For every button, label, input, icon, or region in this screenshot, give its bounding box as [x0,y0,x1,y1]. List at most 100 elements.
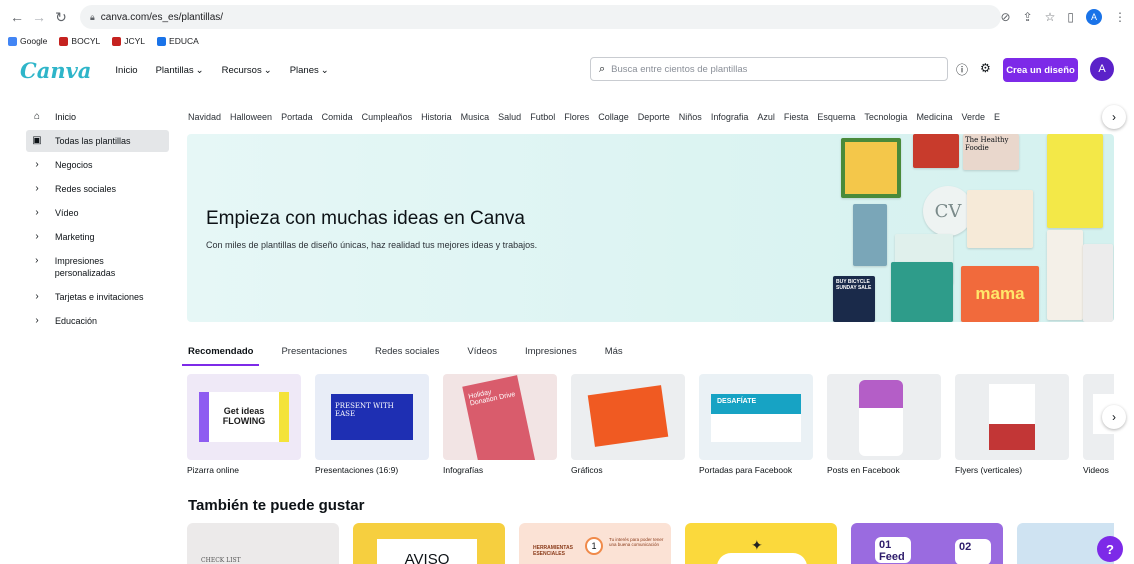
category-thumbnail[interactable] [827,374,941,460]
collage-card[interactable]: The Healthy Foodie [963,134,1019,170]
subtab[interactable]: Presentaciones [281,346,346,357]
category-card[interactable]: Flyers (verticales) [955,374,1069,476]
tags-next-button[interactable]: › [1102,105,1126,129]
reload-icon[interactable]: ↻ [52,8,70,26]
bookmark-jcyl[interactable]: JCYL [112,36,145,46]
template-card[interactable]: ✦ [685,523,837,564]
collage-card[interactable] [1047,134,1103,228]
category-thumbnail[interactable]: PRESENT WITH EASE [315,374,429,460]
bookmark-educa[interactable]: EDUCA [157,36,199,46]
nav-inicio[interactable]: Inicio [115,65,137,76]
tag-chip[interactable]: Flores [564,112,589,122]
canva-logo[interactable]: Canva [20,58,91,83]
create-design-button[interactable]: Crea un diseño [1003,58,1078,82]
help-button[interactable]: ? [1097,536,1123,562]
category-thumbnail[interactable] [571,374,685,460]
collage-card[interactable] [841,138,901,198]
collage-card[interactable]: BUY BICYCLE SUNDAY SALE [833,276,875,322]
eye-off-icon[interactable]: ⊘ [1001,10,1011,24]
collage-card[interactable] [1083,244,1113,322]
category-card[interactable]: Holiday Donation Drive Infografías [443,374,557,476]
hero-subtitle: Con miles de plantillas de diseño únicas… [206,240,538,250]
sidebar-item-1[interactable]: ⌂ Inicio [26,106,169,128]
tag-chip[interactable]: Tecnologia [864,112,907,122]
tag-chip[interactable]: Cumpleaños [362,112,413,122]
subtab[interactable]: Vídeos [467,346,497,357]
avatar[interactable]: A [1090,57,1114,81]
collage-card[interactable]: CV [923,186,973,236]
template-card[interactable]: 01 Feed con 02 [851,523,1003,564]
subtab[interactable]: Impresiones [525,346,577,357]
collage-card[interactable] [891,262,953,322]
tag-chip[interactable]: Collage [598,112,629,122]
tag-chip[interactable]: Comida [322,112,353,122]
sidebar-item-2[interactable]: ▣ Todas las plantillas [26,130,169,152]
star-icon[interactable]: ☆ [1045,10,1056,24]
bookmark-favicon-icon [8,36,17,46]
sidebar-item-5[interactable]: › Vídeo [26,202,169,224]
forward-icon[interactable]: → [30,8,48,26]
nav-planes[interactable]: Planes ⌄ [290,65,329,76]
category-thumbnail[interactable]: Get ideas FLOWING [187,374,301,460]
sidebar-item-3[interactable]: › Negocios [26,154,169,176]
tag-chip[interactable]: Deporte [638,112,670,122]
template-card[interactable]: AVISO [353,523,505,564]
subtab[interactable]: Recomendado [181,346,260,366]
tag-chip[interactable]: Halloween [230,112,272,122]
collage-card[interactable] [1047,230,1083,320]
category-card[interactable]: PRESENT WITH EASE Presentaciones (16:9) [315,374,429,476]
category-card[interactable]: Get ideas FLOWING Pizarra online [187,374,301,476]
sidepanel-icon[interactable]: ▯ [1067,10,1074,24]
tag-chip[interactable]: Portada [281,112,313,122]
category-thumbnail[interactable]: DESAFÍATE [699,374,813,460]
search-input[interactable]: ⌕ Busca entre cientos de plantillas [590,57,948,81]
tag-chip[interactable]: Navidad [188,112,221,122]
sidebar-item-label: Impresiones personalizadas [54,256,116,278]
template-card[interactable]: CHECK LIST [187,523,339,564]
tag-chip[interactable]: Musica [461,112,490,122]
profile-avatar[interactable]: A [1086,9,1102,25]
collage-card[interactable]: mama [961,266,1039,322]
category-label: Presentaciones (16:9) [315,465,399,475]
collage-card[interactable] [913,134,959,168]
menu-icon[interactable]: ⋮ [1114,10,1126,24]
subtab[interactable]: Más [605,346,623,357]
tag-chip[interactable]: Salud [498,112,521,122]
sidebar-item-7[interactable]: › Impresiones personalizadas [26,250,169,284]
carousel-next-button[interactable]: › [1102,405,1126,429]
tag-chip[interactable]: Verde [961,112,985,122]
template-icon: ▣ [32,135,42,146]
sidebar-item-9[interactable]: › Educación [26,310,169,332]
collage-card[interactable] [967,190,1033,248]
share-icon[interactable]: ⇪ [1023,10,1033,24]
category-card[interactable]: Posts en Facebook [827,374,941,476]
tag-chip[interactable]: Medicina [916,112,952,122]
subtab[interactable]: Redes sociales [375,346,439,357]
gear-icon[interactable]: ⚙ [980,61,991,78]
nav-plantillas[interactable]: Plantillas ⌄ [156,65,204,76]
sidebar-item-4[interactable]: › Redes sociales [26,178,169,200]
tag-chip[interactable]: Futbol [530,112,555,122]
tag-chip[interactable]: Infografia [711,112,749,122]
address-bar[interactable]: 🔒︎ canva.com/es_es/plantillas/ [80,5,1001,29]
sidebar-item-6[interactable]: › Marketing [26,226,169,248]
help-circle-icon[interactable]: ⓘ [956,61,968,78]
template-card[interactable]: HERRAMIENTAS ESENCIALES 1 Tu interés para … [519,523,671,564]
bookmark-google[interactable]: Google [8,36,47,46]
bookmark-bocyl[interactable]: BOCYL [59,36,100,46]
tag-chip[interactable]: Niños [679,112,702,122]
sidebar-item-8[interactable]: › Tarjetas e invitaciones [26,286,169,308]
category-card[interactable]: DESAFÍATE Portadas para Facebook [699,374,813,476]
tag-chip[interactable]: Fiesta [784,112,809,122]
tag-chip[interactable]: Esquema [817,112,855,122]
category-thumbnail[interactable] [955,374,1069,460]
tag-chip[interactable]: Historia [421,112,452,122]
collage-card[interactable] [853,204,887,266]
category-thumbnail[interactable]: Holiday Donation Drive [443,374,557,460]
back-icon[interactable]: ← [8,8,26,26]
chevron-right-icon: › [35,183,39,194]
category-card[interactable]: Gráficos [571,374,685,476]
tag-chip[interactable]: Azul [757,112,775,122]
tag-chip[interactable]: E [994,112,1000,122]
nav-recursos[interactable]: Recursos ⌄ [222,65,272,76]
